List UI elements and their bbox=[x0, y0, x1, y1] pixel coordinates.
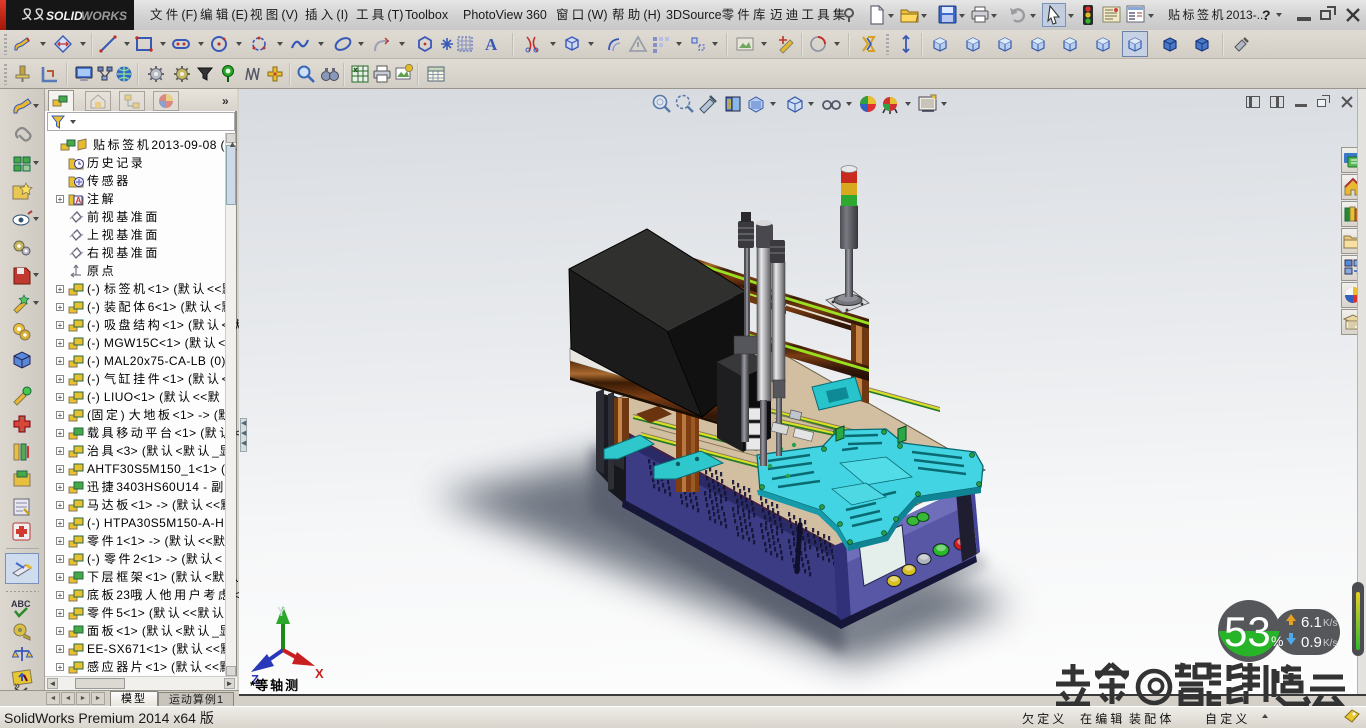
svg-text:0.9: 0.9 bbox=[1301, 634, 1322, 651]
svg-text:53: 53 bbox=[1224, 608, 1271, 655]
svg-text:K/s: K/s bbox=[1323, 638, 1337, 649]
svg-text:X: X bbox=[315, 666, 324, 681]
svg-text:WORKS: WORKS bbox=[81, 9, 127, 23]
svg-text:K/s: K/s bbox=[1323, 618, 1337, 629]
svg-text:%: % bbox=[1271, 633, 1283, 649]
svg-text:6.1: 6.1 bbox=[1301, 614, 1322, 631]
svg-text:A: A bbox=[485, 35, 498, 54]
svg-text:SOLID: SOLID bbox=[46, 9, 83, 23]
svg-text:A: A bbox=[76, 196, 82, 205]
svg-text:Y: Y bbox=[277, 604, 286, 619]
svg-text:ABC: ABC bbox=[11, 599, 31, 609]
